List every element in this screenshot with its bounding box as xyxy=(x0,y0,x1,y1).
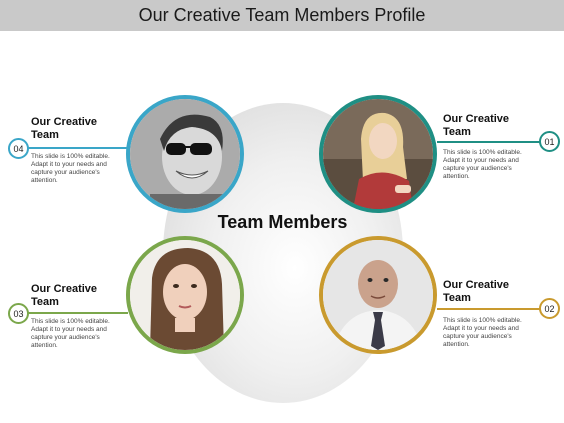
man-tie-image xyxy=(323,240,433,350)
card-text-01-line1: This slide is 100% editable. xyxy=(443,149,522,156)
badge-01: 01 xyxy=(539,131,560,152)
card-text-02: This slide is 100% editable. Adapt it to… xyxy=(443,317,522,349)
card-text-04-line2: Adapt it to your needs and xyxy=(31,161,107,168)
card-text-02-line2: Adapt it to your needs and xyxy=(443,325,519,332)
card-title-02-line1: Our Creative xyxy=(443,279,510,291)
card-title-01-line1: Our Creative xyxy=(443,113,510,125)
woman-brunette-image xyxy=(130,240,240,350)
connector-line-03 xyxy=(28,312,128,314)
connector-line-04 xyxy=(28,147,128,149)
card-title-04-line2: Team xyxy=(31,128,59,141)
card-text-01-line3: capture your audience's xyxy=(443,165,512,172)
center-label: Team Members xyxy=(217,212,348,232)
card-title-04: Our Creative Team xyxy=(31,116,97,141)
member-photo-02 xyxy=(319,236,437,354)
connector-line-02 xyxy=(437,308,540,310)
member-photo-03 xyxy=(126,236,244,354)
badge-04: 04 xyxy=(8,138,29,159)
title-bar: Our Creative Team Members Profile xyxy=(0,0,564,31)
card-title-01-line2: Team xyxy=(443,125,471,138)
connector-line-01 xyxy=(437,141,540,143)
woman-blonde-image xyxy=(323,99,433,209)
slide-title: Our Creative Team Members Profile xyxy=(138,5,426,25)
card-text-04: This slide is 100% editable. Adapt it to… xyxy=(31,153,110,185)
card-text-03-line4: attention. xyxy=(31,342,58,349)
card-text-01: This slide is 100% editable. Adapt it to… xyxy=(443,149,522,181)
card-title-02-line2: Team xyxy=(443,291,471,304)
card-text-04-line1: This slide is 100% editable. xyxy=(31,153,110,160)
card-text-03: This slide is 100% editable. Adapt it to… xyxy=(31,318,110,350)
card-title-01: Our Creative Team xyxy=(443,113,509,138)
card-title-04-line1: Our Creative xyxy=(31,116,98,128)
card-text-03-line1: This slide is 100% editable. xyxy=(31,318,110,325)
card-text-03-line3: capture your audience's xyxy=(31,334,100,341)
card-text-01-line4: attention. xyxy=(443,173,470,180)
card-text-02-line1: This slide is 100% editable. xyxy=(443,317,522,324)
card-text-02-line3: capture your audience's xyxy=(443,333,512,340)
card-text-02-line4: attention. xyxy=(443,341,470,348)
card-text-04-line3: capture your audience's xyxy=(31,169,100,176)
card-title-03-line2: Team xyxy=(31,295,59,308)
member-photo-04 xyxy=(126,95,244,213)
card-title-02: Our Creative Team xyxy=(443,279,509,304)
card-title-03-line1: Our Creative xyxy=(31,283,98,295)
card-text-04-line4: attention. xyxy=(31,177,58,184)
member-photo-01 xyxy=(319,95,437,213)
badge-02: 02 xyxy=(539,298,560,319)
card-text-01-line2: Adapt it to your needs and xyxy=(443,157,519,164)
man-sunglasses-image xyxy=(130,99,240,209)
card-title-03: Our Creative Team xyxy=(31,283,97,308)
card-text-03-line2: Adapt it to your needs and xyxy=(31,326,107,333)
badge-03: 03 xyxy=(8,303,29,324)
